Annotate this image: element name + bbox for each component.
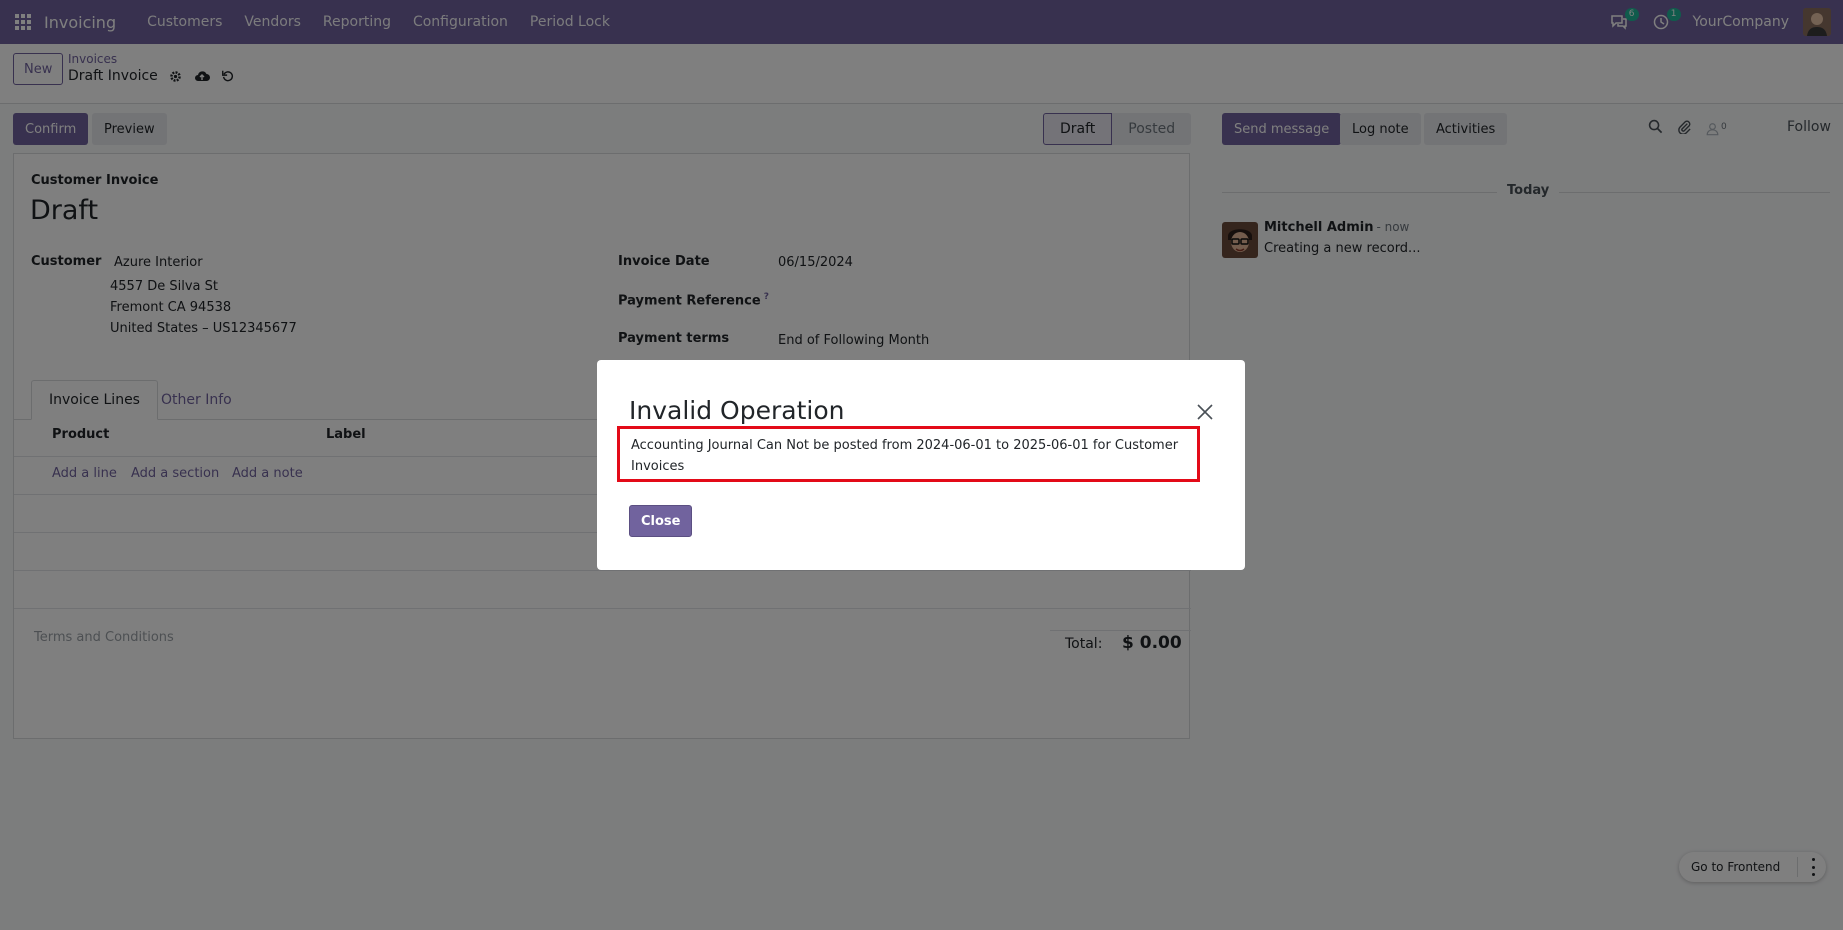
close-button[interactable]: Close (629, 505, 693, 537)
invalid-operation-dialog: Invalid Operation Accounting Journal Can… (597, 360, 1245, 570)
dialog-message: Accounting Journal Can Not be posted fro… (617, 426, 1200, 482)
close-icon[interactable] (1195, 402, 1215, 422)
dialog-title: Invalid Operation (629, 396, 845, 425)
